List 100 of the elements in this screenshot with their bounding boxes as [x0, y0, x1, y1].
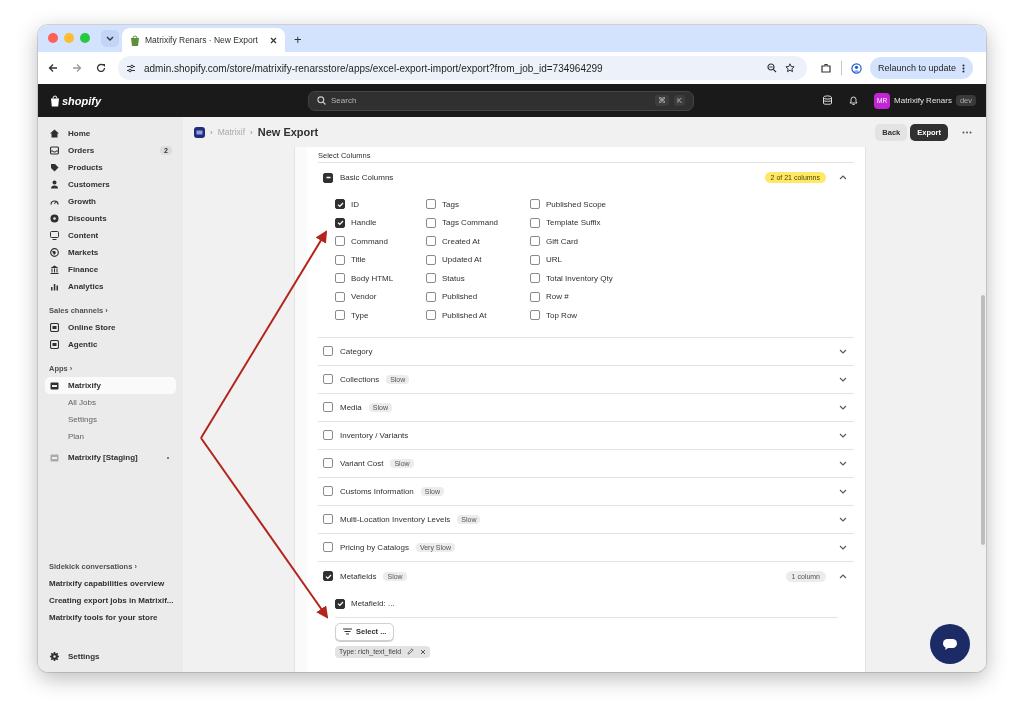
column-option[interactable]: Published Scope [530, 195, 613, 214]
checkbox[interactable] [335, 310, 345, 321]
column-option[interactable]: Template Suffix [530, 213, 613, 232]
column-option[interactable]: URL [530, 250, 613, 269]
column-group-row[interactable]: Inventory / Variants [318, 420, 854, 449]
sidebar-item[interactable]: Analytics [45, 278, 176, 295]
settings-link[interactable]: Settings [45, 648, 176, 665]
pencil-icon[interactable] [407, 648, 415, 655]
checkbox[interactable] [335, 273, 345, 284]
checkbox[interactable] [335, 217, 345, 228]
checkbox[interactable] [323, 172, 333, 183]
logo-wordmark[interactable]: shopify [62, 94, 102, 107]
checkbox[interactable] [323, 486, 333, 496]
checkbox[interactable] [426, 199, 436, 210]
sidebar-subitem[interactable]: Plan [45, 428, 176, 445]
checkbox[interactable] [426, 254, 436, 265]
checkbox[interactable] [426, 291, 436, 302]
column-option[interactable]: ID [335, 195, 426, 214]
column-option[interactable]: Handle [335, 213, 426, 232]
chevron-up-icon[interactable] [839, 175, 847, 180]
extensions-icon[interactable] [821, 62, 832, 74]
metafield-option[interactable]: Metafield: ... [335, 590, 838, 618]
chevron-down-icon[interactable] [839, 460, 847, 466]
bell-icon[interactable] [848, 95, 860, 106]
sidebar-item[interactable]: Products [45, 159, 176, 176]
column-option[interactable]: Created At [426, 232, 530, 251]
sidebar-item[interactable]: Agentic [45, 336, 176, 353]
database-icon[interactable] [822, 95, 834, 106]
close-window-icon[interactable] [48, 33, 58, 43]
checkbox[interactable] [530, 310, 540, 321]
column-option[interactable]: Command [335, 232, 426, 251]
checkbox[interactable] [335, 254, 345, 265]
chevron-down-icon[interactable] [839, 432, 847, 438]
checkbox[interactable] [323, 374, 333, 384]
column-option[interactable]: Vendor [335, 287, 426, 306]
checkbox[interactable] [426, 273, 436, 284]
chevron-up-icon[interactable] [839, 573, 847, 579]
forward-arrow-icon[interactable] [72, 63, 82, 73]
checkbox[interactable] [323, 571, 333, 581]
column-group-row[interactable]: Category [318, 336, 854, 365]
checkbox[interactable] [323, 430, 333, 440]
column-option[interactable]: Title [335, 250, 426, 269]
column-option[interactable]: Total Inventory Qty [530, 269, 613, 288]
tab-list-button[interactable] [101, 30, 119, 47]
checkbox[interactable] [323, 402, 333, 412]
checkbox[interactable] [530, 273, 540, 284]
conversation-link[interactable]: Matrixify tools for your store [45, 609, 176, 626]
checkbox[interactable] [426, 217, 436, 228]
checkbox[interactable] [530, 217, 540, 228]
back-arrow-icon[interactable] [48, 63, 58, 73]
sidebar-item[interactable]: Matrixify [45, 377, 176, 394]
checkbox[interactable] [335, 291, 345, 302]
sidebar-item[interactable]: Content [45, 227, 176, 244]
checkbox[interactable] [335, 236, 345, 247]
reload-icon[interactable] [96, 63, 106, 73]
checkbox[interactable] [323, 542, 333, 552]
checkbox[interactable] [530, 254, 540, 265]
relaunch-button[interactable]: Relaunch to update [870, 57, 974, 79]
chevron-down-icon[interactable] [839, 488, 847, 494]
sidebar-item[interactable]: Discounts [45, 210, 176, 227]
column-option[interactable]: Body HTML [335, 269, 426, 288]
star-icon[interactable] [785, 63, 795, 73]
checkbox[interactable] [530, 236, 540, 247]
zoom-window-icon[interactable] [80, 33, 90, 43]
checkbox[interactable] [335, 598, 345, 609]
sidebar-subitem[interactable]: Settings [45, 411, 176, 428]
column-option[interactable]: Row # [530, 287, 613, 306]
checkbox[interactable] [530, 199, 540, 210]
close-icon[interactable] [270, 36, 277, 44]
column-option[interactable]: Published At [426, 306, 530, 325]
sidebar-item[interactable]: Finance [45, 261, 176, 278]
conversation-link[interactable]: Matrixify capabilities overview [45, 575, 176, 592]
checkbox[interactable] [426, 236, 436, 247]
sidebar-item[interactable]: Home [45, 125, 176, 142]
chat-button[interactable] [930, 624, 970, 664]
checkbox[interactable] [323, 458, 333, 468]
checkbox[interactable] [426, 310, 436, 321]
checkbox[interactable] [323, 346, 333, 356]
chevron-down-icon[interactable] [839, 376, 847, 382]
conversation-link[interactable]: Creating export jobs in Matrixif... [45, 592, 176, 609]
profile-icon[interactable] [851, 62, 862, 74]
chevron-down-icon[interactable] [839, 348, 847, 354]
checkbox[interactable] [530, 291, 540, 302]
scrollbar[interactable] [981, 295, 985, 545]
sidebar-item[interactable]: Growth [45, 193, 176, 210]
sidebar-item[interactable]: Customers [45, 176, 176, 193]
sidebar-item[interactable]: Online Store [45, 319, 176, 336]
sidebar-item[interactable]: Matrixify [Staging] [45, 449, 176, 466]
address-bar[interactable]: admin.shopify.com/store/matrixify-renarsstore/apps/excel-export-import/export?from_job_id=734964299 [118, 56, 807, 80]
column-option[interactable]: Top Row [530, 306, 613, 325]
column-option[interactable]: Updated At [426, 250, 530, 269]
sidebar-item[interactable]: Markets [45, 244, 176, 261]
column-option[interactable]: Gift Card [530, 232, 613, 251]
close-icon[interactable] [420, 648, 427, 655]
zoom-icon[interactable] [767, 63, 777, 73]
chevron-down-icon[interactable] [839, 404, 847, 410]
checkbox[interactable] [335, 199, 345, 210]
checkbox[interactable] [323, 514, 333, 524]
more-icon[interactable] [962, 130, 972, 134]
column-option[interactable]: Status [426, 269, 530, 288]
